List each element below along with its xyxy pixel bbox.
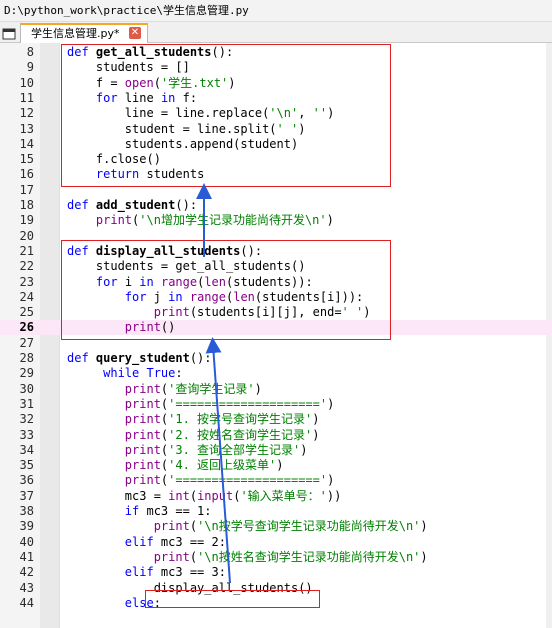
window-title: D:\python_work\practice\学生信息管理.py [0, 0, 552, 22]
window-icon[interactable] [2, 25, 16, 40]
tab-bar: 学生信息管理.py* ✕ [0, 22, 552, 43]
arrow-overlay [196, 183, 231, 584]
tab-file[interactable]: 学生信息管理.py* ✕ [20, 23, 148, 43]
close-icon[interactable]: ✕ [129, 27, 141, 39]
code-editor[interactable]: 8 def get_all_students(): 9 students = [] 1… [0, 43, 552, 628]
arrow-call-to-definition [205, 337, 231, 584]
tab-label: 学生信息管理.py* [31, 27, 120, 40]
